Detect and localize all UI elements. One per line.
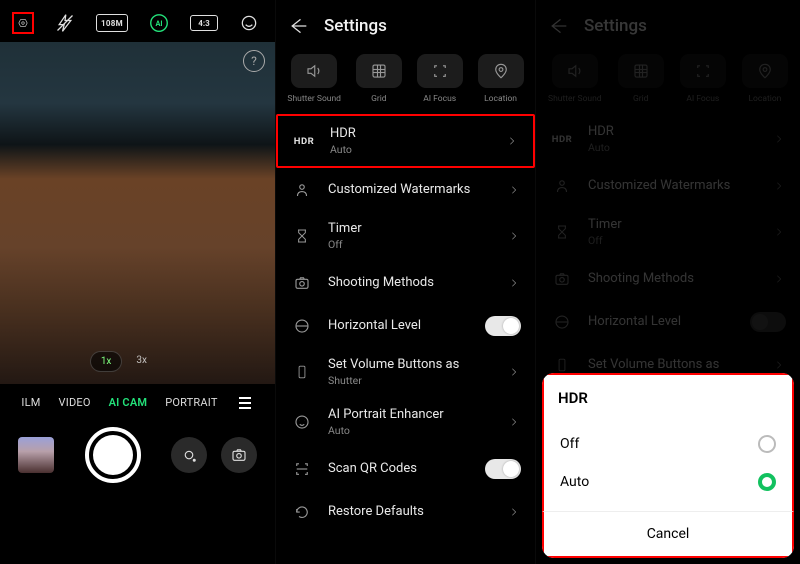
aspect-ratio-icon[interactable]: 4:3: [190, 15, 218, 31]
item-label: HDR: [330, 126, 491, 141]
restore-icon: [290, 503, 314, 521]
item-scan-qr[interactable]: Scan QR Codes: [276, 447, 535, 490]
resolution-108m-icon[interactable]: 108M: [96, 14, 128, 32]
zoom-pills: 1x 3x: [90, 351, 157, 372]
switch-camera-button[interactable]: [221, 437, 257, 473]
mode-aicam[interactable]: AI CAM: [109, 396, 148, 409]
chevron-right-icon: [505, 134, 519, 148]
item-hdr[interactable]: HDR HDR Auto: [276, 114, 535, 168]
quick-shutter-sound[interactable]: Shutter Sound: [287, 54, 341, 104]
quick-label: Location: [484, 94, 517, 104]
item-label: Customized Watermarks: [328, 178, 493, 201]
level-icon: [290, 317, 314, 335]
watermark-person-icon: [290, 181, 314, 199]
quick-grid[interactable]: Grid: [356, 54, 402, 104]
shutter-row: [0, 417, 275, 499]
item-horizontal-level[interactable]: Horizontal Level: [276, 304, 535, 347]
chevron-right-icon: [507, 276, 521, 290]
chevron-right-icon: [507, 415, 521, 429]
item-label: Scan QR Codes: [328, 457, 471, 480]
quick-label: Shutter Sound: [287, 94, 341, 104]
quick-settings-row: Shutter Sound Grid AI Focus Location: [276, 50, 535, 110]
svg-text:AI: AI: [155, 19, 162, 28]
mode-portrait[interactable]: PORTRAIT: [165, 396, 217, 409]
more-modes-icon[interactable]: [236, 397, 254, 409]
beauty-face-icon[interactable]: [238, 12, 260, 34]
radio-checked-icon: [758, 473, 776, 491]
settings-gear-icon[interactable]: [12, 12, 34, 34]
quick-ai-focus[interactable]: AI Focus: [417, 54, 463, 104]
item-sublabel: Auto: [330, 143, 491, 156]
item-timer[interactable]: Timer Off: [276, 211, 535, 261]
quick-label: AI Focus: [423, 94, 456, 104]
camera-icon: [290, 274, 314, 292]
shutter-button[interactable]: [85, 427, 141, 483]
face-enhance-icon: [290, 413, 314, 431]
dialog-cancel-button[interactable]: Cancel: [544, 512, 792, 556]
google-lens-button[interactable]: [171, 437, 207, 473]
hdr-icon: HDR: [292, 136, 316, 147]
quick-location[interactable]: Location: [478, 54, 524, 104]
phone-icon: [290, 362, 314, 382]
zoom-3x[interactable]: 3x: [126, 351, 157, 372]
chevron-right-icon: [507, 505, 521, 519]
chevron-right-icon: [507, 229, 521, 243]
item-label: AI Portrait Enhancer: [328, 407, 493, 422]
chevron-right-icon: [507, 183, 521, 197]
dialog-title: HDR: [558, 389, 778, 407]
back-arrow-icon[interactable]: [288, 16, 308, 36]
item-sublabel: Shutter: [328, 374, 493, 387]
item-label: Horizontal Level: [328, 314, 471, 337]
settings-panel: Settings Shutter Sound Grid AI Focus Loc…: [275, 0, 535, 564]
settings-panel-dialog: Settings Shutter Sound Grid AI Focus Loc…: [535, 0, 800, 564]
zoom-1x[interactable]: 1x: [90, 351, 123, 372]
camera-panel: 108M AI 4:3 ? 1x 3x ILM VIDEO AI CAM POR…: [0, 0, 275, 564]
chevron-right-icon: [507, 365, 521, 379]
item-watermarks[interactable]: Customized Watermarks: [276, 168, 535, 211]
item-label: Restore Defaults: [328, 500, 493, 523]
help-icon[interactable]: ?: [243, 50, 265, 72]
timer-hourglass-icon: [290, 227, 314, 245]
item-volume-buttons[interactable]: Set Volume Buttons as Shutter: [276, 347, 535, 397]
item-label: Shooting Methods: [328, 271, 493, 294]
camera-viewfinder[interactable]: ? 1x 3x: [0, 42, 275, 384]
ai-mode-icon[interactable]: AI: [148, 12, 170, 34]
flash-icon[interactable]: [54, 12, 76, 34]
quick-label: Grid: [371, 94, 387, 104]
mode-video[interactable]: VIDEO: [59, 396, 91, 409]
qr-icon: [290, 460, 314, 478]
item-ai-portrait-enhancer[interactable]: AI Portrait Enhancer Auto: [276, 397, 535, 447]
settings-header: Settings: [276, 0, 535, 50]
gallery-thumbnail[interactable]: [18, 437, 54, 473]
toggle-horizontal-level[interactable]: [485, 316, 521, 336]
option-label: Off: [560, 436, 579, 452]
option-label: Auto: [560, 474, 589, 490]
dialog-option-auto[interactable]: Auto: [558, 463, 778, 501]
item-label: Set Volume Buttons as: [328, 357, 493, 372]
toggle-scan-qr[interactable]: [485, 459, 521, 479]
radio-unchecked-icon: [758, 435, 776, 453]
settings-title: Settings: [324, 16, 387, 36]
mode-film[interactable]: ILM: [21, 396, 40, 409]
item-sublabel: Off: [328, 238, 493, 251]
camera-modes: ILM VIDEO AI CAM PORTRAIT: [0, 384, 275, 417]
item-sublabel: Auto: [328, 424, 493, 437]
item-shooting-methods[interactable]: Shooting Methods: [276, 261, 535, 304]
dialog-option-off[interactable]: Off: [558, 425, 778, 463]
item-label: Timer: [328, 221, 493, 236]
hdr-dialog: HDR Off Auto Cancel: [542, 373, 794, 558]
settings-items: HDR HDR Auto Customized Watermarks Timer…: [276, 110, 535, 537]
item-restore-defaults[interactable]: Restore Defaults: [276, 490, 535, 533]
camera-topbar: 108M AI 4:3: [0, 0, 275, 42]
